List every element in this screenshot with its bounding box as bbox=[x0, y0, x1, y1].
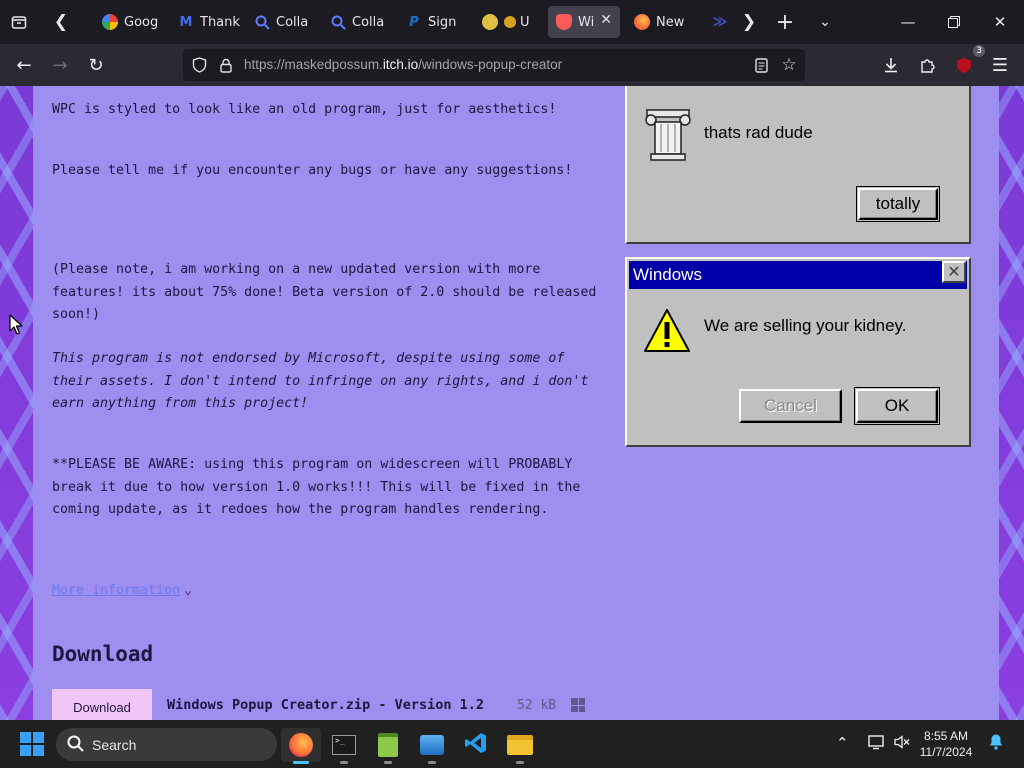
terminal-icon: >_ bbox=[332, 735, 356, 755]
popup-dialog-windows: Windows ✕ We are selling your kidney. Ca… bbox=[625, 257, 971, 447]
taskbar-terminal[interactable]: >_ bbox=[324, 728, 364, 764]
tab-collab-1[interactable]: Colla bbox=[246, 6, 316, 38]
restore-icon[interactable] bbox=[934, 8, 974, 36]
tab-sign[interactable]: P Sign bbox=[398, 6, 468, 38]
page-viewport: WPC is styled to look like an old progra… bbox=[0, 86, 1024, 720]
description-paragraph-1: WPC is styled to look like an old progra… bbox=[52, 102, 557, 117]
clock-time: 8:55 AM bbox=[923, 729, 969, 743]
scroll-tabs-left-icon[interactable]: ❮ bbox=[48, 8, 74, 36]
close-tab-icon[interactable]: ✕ bbox=[600, 12, 612, 28]
bookmark-star-icon[interactable]: ☆ bbox=[779, 55, 799, 75]
forward-icon[interactable]: → bbox=[46, 51, 74, 79]
search-placeholder: Search bbox=[92, 736, 137, 753]
download-file-size: 52 kB bbox=[517, 698, 557, 713]
google-icon bbox=[102, 14, 118, 30]
extension-badge: 3 bbox=[973, 45, 985, 57]
taskbar: Search >_ ⌃ 8:55 AM 11/7/2024 bbox=[0, 720, 1024, 768]
reload-icon[interactable]: ↻ bbox=[82, 51, 110, 79]
tab-windows-popup-creator[interactable]: Wi ✕ bbox=[548, 6, 620, 38]
firefox-icon bbox=[634, 14, 650, 30]
vscode-icon: ≫ bbox=[712, 14, 728, 30]
address-bar[interactable]: https://maskedpossum.itch.io/windows-pop… bbox=[183, 49, 805, 81]
dialog-message: thats rad dude bbox=[704, 123, 813, 142]
minimize-icon[interactable]: — bbox=[888, 8, 928, 36]
dialog-title: Windows bbox=[633, 265, 702, 284]
mouse-cursor-icon bbox=[9, 314, 23, 335]
dialog-message: We are selling your kidney. bbox=[704, 316, 907, 335]
description-paragraph-3: (Please note, i am working on a new upda… bbox=[52, 262, 597, 322]
dialog-title-bar[interactable]: Windows bbox=[629, 261, 967, 289]
description-paragraph-2: Please tell me if you encounter any bugs… bbox=[52, 163, 573, 178]
warning-paragraph: **PLEASE BE AWARE: using this program on… bbox=[52, 457, 581, 517]
tab-chat[interactable]: U bbox=[474, 6, 540, 38]
close-window-icon[interactable]: ✕ bbox=[980, 8, 1020, 36]
tab-new[interactable]: New bbox=[626, 6, 698, 38]
game-page-column: WPC is styled to look like an old progra… bbox=[33, 86, 999, 720]
back-icon[interactable]: ← bbox=[10, 51, 38, 79]
tab-vscode[interactable]: ≫ V bbox=[704, 6, 734, 38]
extensions-icon[interactable] bbox=[914, 51, 942, 79]
start-windows-icon[interactable] bbox=[20, 732, 44, 756]
taskbar-file-explorer[interactable] bbox=[500, 728, 540, 764]
url-text[interactable]: https://maskedpossum.itch.io/windows-pop… bbox=[244, 57, 562, 72]
tracking-shield-icon[interactable] bbox=[189, 55, 209, 75]
download-button[interactable]: Download bbox=[52, 689, 152, 720]
gmail-icon: M bbox=[179, 14, 193, 30]
windows-platform-icon bbox=[571, 698, 585, 712]
more-information-link[interactable]: More information ⌄ bbox=[52, 583, 192, 598]
search-icon bbox=[254, 14, 270, 30]
tab-collab-2[interactable]: Colla bbox=[322, 6, 392, 38]
new-tab-icon[interactable]: + bbox=[772, 8, 798, 36]
lock-icon[interactable] bbox=[216, 55, 236, 75]
column-icon bbox=[645, 108, 691, 167]
search-icon bbox=[67, 735, 84, 757]
disclaimer-paragraph: This program is not endorsed by Microsof… bbox=[52, 351, 589, 411]
download-file-name: Windows Popup Creator.zip - Version 1.2 bbox=[167, 697, 484, 713]
search-icon bbox=[330, 14, 346, 30]
notepad-icon bbox=[378, 733, 398, 757]
warning-icon bbox=[643, 307, 691, 360]
notification-bell-icon[interactable] bbox=[988, 733, 1004, 754]
clock-date: 11/7/2024 bbox=[919, 745, 973, 759]
ok-button[interactable]: OK bbox=[854, 387, 940, 425]
taskbar-notepad[interactable] bbox=[368, 728, 408, 764]
downloads-icon[interactable] bbox=[877, 51, 905, 79]
list-all-tabs-icon[interactable]: ⌄ bbox=[812, 8, 838, 36]
itch-icon bbox=[556, 14, 572, 30]
chevron-down-icon: ⌄ bbox=[184, 583, 193, 598]
taskbar-photos[interactable] bbox=[412, 728, 452, 764]
folder-icon bbox=[507, 735, 533, 755]
ublock-icon[interactable]: 3 bbox=[950, 45, 985, 79]
vscode-icon bbox=[464, 731, 488, 759]
tab-overview-icon[interactable] bbox=[6, 8, 32, 36]
system-clock[interactable]: 8:55 AM 11/7/2024 bbox=[912, 728, 980, 760]
taskbar-search[interactable]: Search bbox=[56, 728, 277, 761]
firefox-icon bbox=[289, 733, 313, 757]
show-hidden-icons-icon[interactable]: ⌃ bbox=[836, 734, 849, 752]
tab-strip: ❮ Goog M Thank Colla Colla P Sign U Wi ✕… bbox=[0, 0, 1024, 44]
dialog-close-icon[interactable]: ✕ bbox=[942, 261, 966, 283]
chat-icon bbox=[482, 14, 498, 30]
menu-icon[interactable]: ☰ bbox=[986, 51, 1014, 79]
totally-button[interactable]: totally bbox=[856, 186, 940, 222]
download-heading: Download bbox=[52, 642, 154, 666]
network-icon[interactable] bbox=[868, 734, 886, 754]
taskbar-firefox[interactable] bbox=[281, 728, 321, 764]
taskbar-vscode[interactable] bbox=[456, 728, 496, 762]
popup-dialog-rad: thats rad dude totally bbox=[625, 86, 971, 244]
paypal-icon: P bbox=[409, 14, 419, 30]
scroll-tabs-right-icon[interactable]: ❯ bbox=[736, 8, 762, 36]
volume-muted-icon[interactable] bbox=[893, 734, 911, 754]
bell-icon bbox=[504, 16, 516, 28]
tab-google[interactable]: Goog bbox=[94, 6, 164, 38]
cancel-button[interactable]: Cancel bbox=[739, 389, 842, 423]
photos-icon bbox=[420, 735, 444, 755]
tab-gmail[interactable]: M Thank bbox=[170, 6, 240, 38]
navigation-toolbar: ← → ↻ https://maskedpossum.itch.io/windo… bbox=[0, 44, 1024, 86]
reader-view-icon[interactable] bbox=[751, 55, 771, 75]
